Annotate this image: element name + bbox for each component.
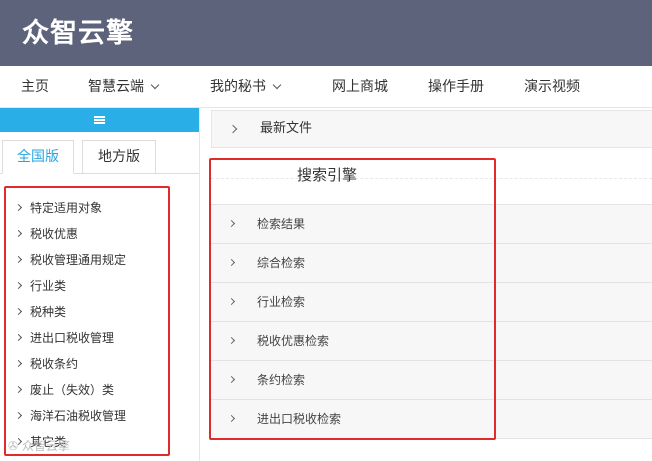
- nav-label: 操作手册: [428, 79, 484, 95]
- category-label: 废止（失效）类: [30, 383, 115, 397]
- chevron-right-icon: [14, 229, 23, 238]
- nav-label: 主页: [21, 79, 49, 95]
- chevron-right-icon: [14, 281, 23, 290]
- chevron-right-icon: [227, 336, 236, 345]
- search-item[interactable]: 进出口税收检索: [211, 399, 652, 438]
- sidebar-toggle-button[interactable]: [0, 108, 199, 132]
- chevron-right-icon: [227, 219, 236, 228]
- category-label: 特定适用对象: [30, 201, 103, 215]
- chevron-right-icon: [227, 297, 236, 306]
- nav-label: 网上商城: [332, 79, 388, 95]
- search-item[interactable]: 税收优惠检索: [211, 321, 652, 360]
- search-item[interactable]: 行业检索: [211, 282, 652, 321]
- tab-national[interactable]: 全国版: [2, 140, 74, 174]
- chevron-right-icon: [14, 359, 23, 368]
- chevron-right-icon: [14, 203, 23, 212]
- search-item-label: 税收优惠检索: [257, 334, 330, 348]
- category-label: 税收优惠: [30, 227, 79, 241]
- latest-files-row[interactable]: 最新文件: [211, 110, 652, 148]
- category-item[interactable]: 税收管理通用规定: [14, 251, 127, 269]
- search-item-label: 检索结果: [257, 217, 306, 231]
- search-item-label: 进出口税收检索: [257, 412, 342, 426]
- chevron-right-icon: [14, 255, 23, 264]
- category-label: 行业类: [30, 279, 67, 293]
- search-item[interactable]: 条约检索: [211, 360, 652, 399]
- chevron-right-icon: [227, 258, 236, 267]
- nav-label: 演示视频: [524, 79, 580, 95]
- category-item[interactable]: 行业类: [14, 277, 67, 295]
- chevron-down-icon: [150, 80, 160, 90]
- app-header: 众智云擎: [0, 0, 652, 66]
- chevron-right-icon: [14, 333, 23, 342]
- category-item[interactable]: 废止（失效）类: [14, 381, 115, 399]
- search-item[interactable]: 检索结果: [211, 204, 652, 243]
- search-item-label: 条约检索: [257, 373, 306, 387]
- chevron-right-icon: [228, 124, 238, 134]
- nav-label: 我的秘书: [210, 79, 266, 95]
- sidebar: 全国版 地方版 特定适用对象 税收优惠 税收管理通用规定 行业类 税种类 进出口…: [0, 108, 200, 461]
- chevron-right-icon: [227, 414, 236, 423]
- search-item-label: 综合检索: [257, 256, 306, 270]
- search-engine-panel: 搜索引擎 检索结果 综合检索 行业检索 税收优惠检索 条约检索 进出口税收检索: [211, 160, 652, 439]
- hamburger-icon: [94, 116, 105, 124]
- watermark: ✇ 众智云擎: [8, 439, 70, 453]
- nav-manual[interactable]: 操作手册: [428, 66, 484, 108]
- category-item[interactable]: 税收优惠: [14, 225, 79, 243]
- top-nav: 主页 智慧云端 我的秘书 网上商城 操作手册 演示视频: [0, 66, 652, 108]
- chevron-right-icon: [14, 411, 23, 420]
- list-divider: [211, 438, 652, 439]
- nav-home[interactable]: 主页: [21, 66, 49, 108]
- category-label: 税种类: [30, 305, 67, 319]
- nav-my-secretary[interactable]: 我的秘书: [210, 66, 282, 108]
- chevron-right-icon: [227, 375, 236, 384]
- category-item[interactable]: 税种类: [14, 303, 67, 321]
- category-item[interactable]: 特定适用对象: [14, 199, 103, 217]
- nav-online-store[interactable]: 网上商城: [332, 66, 388, 108]
- chevron-right-icon: [14, 307, 23, 316]
- nav-label: 智慧云端: [88, 79, 144, 95]
- category-label: 海洋石油税收管理: [30, 409, 127, 423]
- latest-files-label: 最新文件: [260, 121, 313, 136]
- category-label: 税收条约: [30, 357, 79, 371]
- category-item[interactable]: 海洋石油税收管理: [14, 407, 127, 425]
- nav-demo-video[interactable]: 演示视频: [524, 66, 580, 108]
- search-engine-title: 搜索引擎: [297, 166, 358, 184]
- search-item[interactable]: 综合检索: [211, 243, 652, 282]
- chevron-right-icon: [14, 385, 23, 394]
- nav-smart-cloud[interactable]: 智慧云端: [88, 66, 160, 108]
- category-label: 进出口税收管理: [30, 331, 115, 345]
- app-logo[interactable]: 众智云擎: [22, 11, 134, 50]
- category-item[interactable]: 税收条约: [14, 355, 79, 373]
- title-divider: [211, 178, 652, 179]
- chevron-down-icon: [272, 80, 282, 90]
- search-item-label: 行业检索: [257, 295, 306, 309]
- category-item[interactable]: 进出口税收管理: [14, 329, 115, 347]
- category-label: 税收管理通用规定: [30, 253, 127, 267]
- tab-local[interactable]: 地方版: [82, 140, 156, 174]
- category-list: 特定适用对象 税收优惠 税收管理通用规定 行业类 税种类 进出口税收管理 税收条…: [4, 186, 170, 456]
